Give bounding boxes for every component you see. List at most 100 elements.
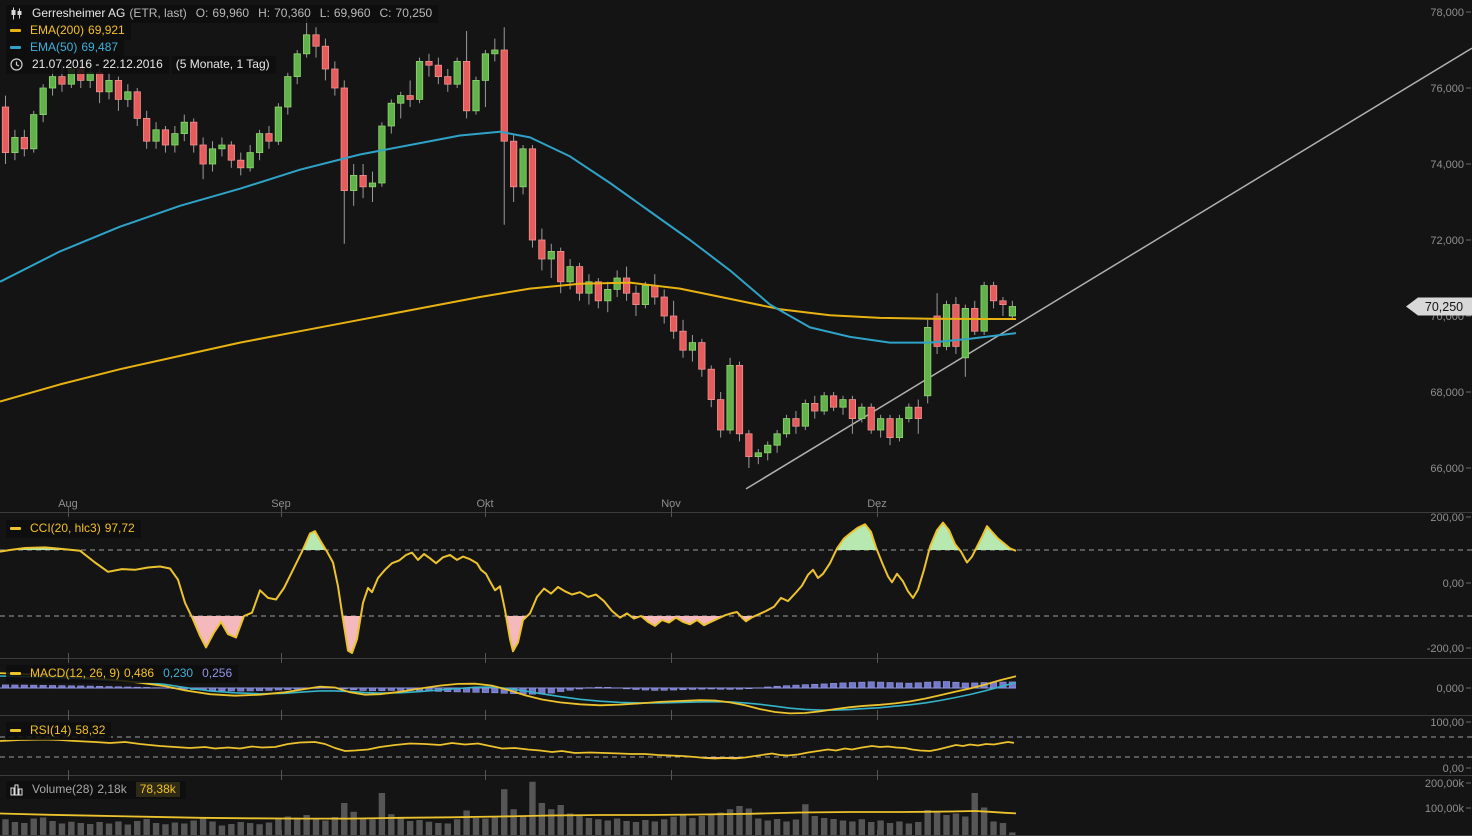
candle[interactable] — [143, 111, 149, 149]
candle[interactable] — [501, 27, 507, 225]
candle[interactable] — [360, 164, 366, 198]
candle[interactable] — [209, 141, 215, 171]
main-legend[interactable]: Gerresheimer AG (ETR, last) O:69,960 H:7… — [6, 5, 438, 23]
candle[interactable] — [275, 103, 281, 145]
candle[interactable] — [548, 244, 554, 278]
macd-legend[interactable]: MACD(12, 26, 9) 0,486 0,230 0,256 — [6, 665, 238, 683]
candle[interactable] — [463, 31, 469, 118]
candle[interactable] — [539, 229, 545, 271]
candle[interactable] — [972, 301, 978, 335]
candle[interactable] — [153, 122, 159, 149]
candle[interactable] — [313, 27, 319, 57]
cci-legend[interactable]: CCI(20, hlc3) 97,72 — [6, 520, 141, 538]
candle[interactable] — [793, 411, 799, 434]
candle[interactable] — [605, 282, 611, 312]
candle[interactable] — [670, 301, 676, 339]
candle[interactable] — [416, 58, 422, 104]
candle[interactable] — [125, 84, 131, 107]
candle[interactable] — [238, 153, 244, 176]
rsi-pane[interactable] — [0, 740, 1014, 759]
candle[interactable] — [219, 137, 225, 156]
candle[interactable] — [680, 320, 686, 358]
candle[interactable] — [765, 441, 771, 460]
candle[interactable] — [407, 80, 413, 107]
candle[interactable] — [172, 126, 178, 153]
candle[interactable] — [332, 61, 338, 95]
candle[interactable] — [96, 69, 102, 103]
candle[interactable] — [473, 77, 479, 115]
candle[interactable] — [633, 286, 639, 316]
rsi-legend[interactable]: RSI(14) 58,32 — [6, 722, 111, 740]
candle[interactable] — [106, 73, 112, 100]
candle[interactable] — [727, 358, 733, 434]
candle[interactable] — [576, 263, 582, 301]
candle[interactable] — [256, 130, 262, 160]
candle[interactable] — [454, 58, 460, 88]
candle[interactable] — [350, 164, 356, 206]
candle[interactable] — [435, 58, 441, 85]
candle[interactable] — [812, 396, 818, 419]
candle[interactable] — [181, 115, 187, 142]
candle[interactable] — [943, 301, 949, 350]
candle[interactable] — [868, 403, 874, 433]
candle[interactable] — [285, 73, 291, 115]
candle[interactable] — [510, 134, 516, 202]
candle[interactable] — [887, 415, 893, 445]
candle[interactable] — [200, 137, 206, 179]
trendline[interactable] — [746, 48, 1472, 489]
candle[interactable] — [12, 130, 18, 160]
candle[interactable] — [915, 400, 921, 434]
candle[interactable] — [774, 430, 780, 453]
chart-canvas[interactable]: 78,00076,00074,00072,00070,00068,00066,0… — [0, 0, 1472, 836]
candle[interactable] — [652, 274, 658, 304]
ema200-legend[interactable]: EMA(200) 69,921 — [6, 22, 131, 40]
candle[interactable] — [31, 111, 37, 153]
candle[interactable] — [877, 415, 883, 438]
candle[interactable] — [520, 145, 526, 194]
cci-pane[interactable] — [0, 523, 1016, 653]
candle[interactable] — [906, 403, 912, 422]
candle[interactable] — [642, 282, 648, 309]
candle[interactable] — [388, 99, 394, 133]
candle[interactable] — [341, 80, 347, 243]
candle[interactable] — [162, 126, 168, 153]
candle[interactable] — [445, 69, 451, 92]
candle[interactable] — [586, 274, 592, 304]
candle[interactable] — [746, 430, 752, 468]
candle[interactable] — [783, 415, 789, 438]
candle[interactable] — [802, 400, 808, 430]
volume-legend[interactable]: Volume(28) 2,18k 78,38k — [6, 781, 186, 799]
candle[interactable] — [2, 96, 8, 164]
candle[interactable] — [708, 365, 714, 407]
candle[interactable] — [661, 289, 667, 323]
candle[interactable] — [830, 392, 836, 411]
candle[interactable] — [398, 92, 404, 119]
candle[interactable] — [990, 282, 996, 309]
candle[interactable] — [115, 77, 121, 111]
candle[interactable] — [962, 305, 968, 377]
candle[interactable] — [896, 415, 902, 442]
candle[interactable] — [934, 293, 940, 354]
candle[interactable] — [482, 50, 488, 107]
candle[interactable] — [322, 39, 328, 81]
candle[interactable] — [492, 39, 498, 62]
candle[interactable] — [426, 54, 432, 77]
candle[interactable] — [40, 84, 46, 122]
candle[interactable] — [699, 339, 705, 377]
candle[interactable] — [953, 297, 959, 354]
price-pane[interactable] — [0, 16, 1472, 489]
candle[interactable] — [1009, 301, 1015, 320]
candle[interactable] — [689, 335, 695, 362]
candle[interactable] — [21, 130, 27, 157]
candle[interactable] — [717, 392, 723, 438]
candle[interactable] — [529, 145, 535, 248]
candle[interactable] — [755, 449, 761, 464]
candle[interactable] — [840, 396, 846, 415]
candle[interactable] — [736, 362, 742, 442]
candle[interactable] — [266, 126, 272, 149]
candle[interactable] — [247, 145, 253, 172]
candle[interactable] — [294, 50, 300, 84]
candle[interactable] — [369, 172, 375, 202]
candle[interactable] — [924, 320, 930, 404]
ema50-legend[interactable]: EMA(50) 69,487 — [6, 39, 124, 57]
